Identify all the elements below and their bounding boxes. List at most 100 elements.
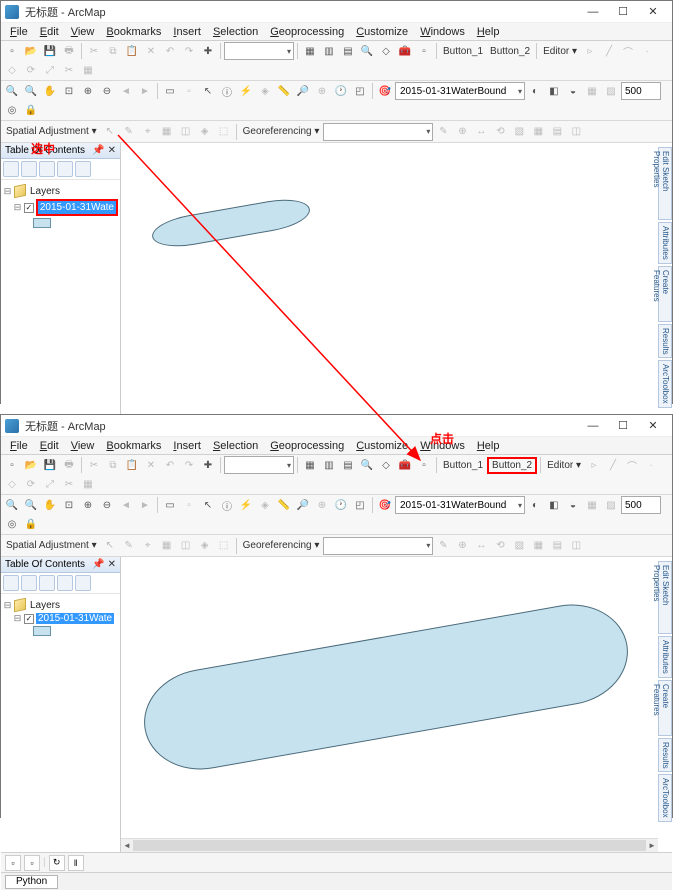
side-tab-toolbox[interactable]: ArcToolbox: [658, 774, 672, 822]
model-icon[interactable]: ▫: [415, 456, 433, 474]
full-extent-icon[interactable]: ⊡: [60, 82, 78, 100]
measure-icon[interactable]: 📏: [275, 82, 293, 100]
menu-customize[interactable]: Customize: [351, 439, 413, 453]
search-icon[interactable]: 🔍: [358, 456, 376, 474]
fixed-zoom-out-icon[interactable]: ⊖: [98, 82, 116, 100]
side-tab-sketch[interactable]: Edit Sketch Properties: [658, 147, 672, 220]
button1-label[interactable]: Button_1: [440, 46, 486, 57]
hyperlink-icon[interactable]: ⚡: [237, 82, 255, 100]
viewer-icon[interactable]: ◰: [351, 496, 369, 514]
tree-layers-root[interactable]: ⊟ Layers: [3, 598, 118, 612]
layer-dropdown[interactable]: 2015-01-31WaterBound: [395, 496, 525, 514]
find-icon[interactable]: 🔎: [294, 496, 312, 514]
findxy-icon[interactable]: ⊕: [313, 82, 331, 100]
fixed-zoom-in-icon[interactable]: ⊕: [79, 82, 97, 100]
menu-help[interactable]: Help: [472, 25, 505, 39]
lock-icon[interactable]: 🔒: [22, 515, 40, 533]
open-icon[interactable]: 📂: [22, 42, 40, 60]
side-tab-results[interactable]: Results: [658, 324, 672, 359]
redo-icon[interactable]: ↷: [180, 456, 198, 474]
toolbox-icon[interactable]: 🧰: [396, 42, 414, 60]
swipe-icon[interactable]: ◧: [545, 496, 563, 514]
georef-menu[interactable]: Georeferencing ▾: [240, 540, 323, 551]
toc-list-by-visibility-icon[interactable]: [39, 161, 55, 177]
back-icon[interactable]: ◄: [117, 496, 135, 514]
editor-menu[interactable]: Editor ▾: [540, 46, 580, 57]
add-data-icon[interactable]: ✚: [199, 456, 217, 474]
toc-close-icon[interactable]: ✕: [108, 145, 116, 156]
maximize-button[interactable]: ☐: [608, 416, 638, 436]
layer-checkbox[interactable]: ✓: [24, 614, 34, 624]
full-extent-icon[interactable]: ⊡: [60, 496, 78, 514]
menu-bookmarks[interactable]: Bookmarks: [101, 25, 166, 39]
html-icon[interactable]: ◈: [256, 496, 274, 514]
toc-pin-icon[interactable]: 📌: [92, 145, 104, 156]
time-icon[interactable]: 🕐: [332, 82, 350, 100]
identify-icon[interactable]: ⓘ: [218, 496, 236, 514]
flicker-icon[interactable]: ◒: [564, 82, 582, 100]
menu-customize[interactable]: Customize: [351, 25, 413, 39]
menu-file[interactable]: File: [5, 25, 33, 39]
menu-geoprocessing[interactable]: Geoprocessing: [265, 439, 349, 453]
dim-icon[interactable]: ▨: [602, 82, 620, 100]
pan-icon[interactable]: ✋: [41, 82, 59, 100]
menu-edit[interactable]: Edit: [35, 439, 64, 453]
swipe-icon[interactable]: ◧: [545, 82, 563, 100]
lock-icon[interactable]: 🔒: [22, 101, 40, 119]
save-icon[interactable]: 💾: [41, 42, 59, 60]
menu-edit[interactable]: Edit: [35, 25, 64, 39]
select-elem-icon[interactable]: ↖: [199, 496, 217, 514]
select-icon[interactable]: ▭: [161, 82, 179, 100]
toc-list-by-selection-icon[interactable]: [57, 161, 73, 177]
editor-toolbar-icon[interactable]: ▦: [301, 42, 319, 60]
menu-file[interactable]: File: [5, 439, 33, 453]
close-button[interactable]: ✕: [638, 416, 668, 436]
layer-checkbox[interactable]: ✓: [24, 203, 34, 213]
delete-icon[interactable]: ✕: [142, 42, 160, 60]
hyperlink-icon[interactable]: ⚡: [237, 496, 255, 514]
toc-list-by-source-icon[interactable]: [21, 575, 37, 591]
toc-list-by-source-icon[interactable]: [21, 161, 37, 177]
model-icon[interactable]: ▫: [415, 42, 433, 60]
maximize-button[interactable]: ☐: [608, 2, 638, 22]
georef-menu[interactable]: Georeferencing ▾: [240, 126, 323, 137]
zoom-out-icon[interactable]: 🔍: [22, 82, 40, 100]
copy-icon[interactable]: ⧉: [104, 42, 122, 60]
html-icon[interactable]: ◈: [256, 82, 274, 100]
menu-selection[interactable]: Selection: [208, 25, 263, 39]
toc-options-icon[interactable]: [75, 161, 91, 177]
zoom-in-icon[interactable]: 🔍: [3, 82, 21, 100]
tree-layer-item[interactable]: ⊟ ✓ 2015-01-31Wate: [3, 198, 118, 217]
back-icon[interactable]: ◄: [117, 82, 135, 100]
viewer-icon[interactable]: ◰: [351, 82, 369, 100]
new-icon[interactable]: ▫: [3, 42, 21, 60]
findxy-icon[interactable]: ⊕: [313, 496, 331, 514]
refresh-button[interactable]: ↻: [49, 855, 65, 871]
spatial-adj-menu[interactable]: Spatial Adjustment ▾: [3, 540, 100, 551]
layer-name-selected[interactable]: 2015-01-31Wate: [36, 613, 114, 624]
menu-view[interactable]: View: [66, 439, 100, 453]
paste-icon[interactable]: 📋: [123, 42, 141, 60]
paste-icon[interactable]: 📋: [123, 456, 141, 474]
catalog-icon[interactable]: ▤: [339, 42, 357, 60]
menu-insert[interactable]: Insert: [168, 25, 206, 39]
effects-icon[interactable]: ◐: [526, 496, 544, 514]
fixed-zoom-out-icon[interactable]: ⊖: [98, 496, 116, 514]
close-button[interactable]: ✕: [638, 2, 668, 22]
toc-list-by-drawing-icon[interactable]: [3, 575, 19, 591]
select-icon[interactable]: ▭: [161, 496, 179, 514]
layer-name-selected[interactable]: 2015-01-31Wate: [36, 199, 118, 216]
toc-list-by-selection-icon[interactable]: [57, 575, 73, 591]
identify-icon[interactable]: ⓘ: [218, 82, 236, 100]
print-icon[interactable]: 🖶: [60, 42, 78, 60]
slider-icon[interactable]: ◎: [3, 515, 21, 533]
toc-options-icon[interactable]: [75, 575, 91, 591]
georef-layer-dropdown[interactable]: [323, 537, 433, 555]
cut-icon[interactable]: ✂: [85, 42, 103, 60]
find-icon[interactable]: 🔎: [294, 82, 312, 100]
menu-geoprocessing[interactable]: Geoprocessing: [265, 25, 349, 39]
open-icon[interactable]: 📂: [22, 456, 40, 474]
map-scrollbar-h[interactable]: ◄►: [121, 838, 658, 852]
georef-layer-dropdown[interactable]: [323, 123, 433, 141]
toc-close-icon[interactable]: ✕: [108, 559, 116, 570]
